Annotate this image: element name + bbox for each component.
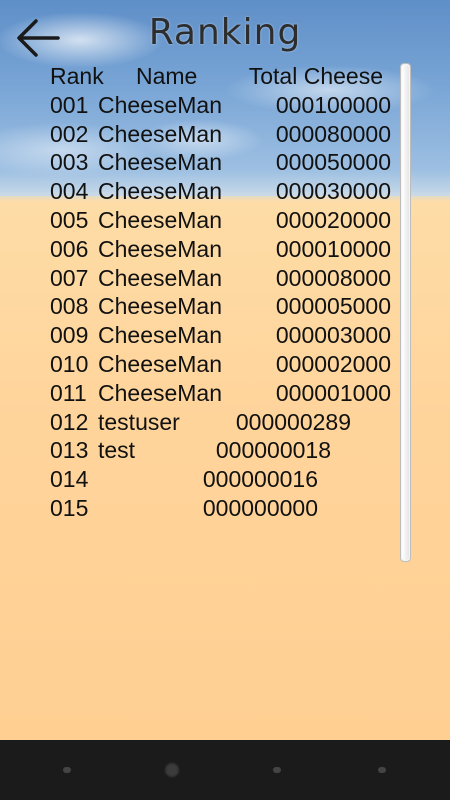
row-name: CheeseMan bbox=[98, 235, 223, 262]
ranking-row: 014 000000016 bbox=[50, 465, 395, 494]
row-name: CheeseMan bbox=[98, 264, 223, 291]
row-score: 000100000 bbox=[275, 91, 391, 118]
ranking-row: 013 test 000000018 bbox=[50, 436, 395, 465]
row-score: 000001000 bbox=[275, 379, 391, 406]
header-name: Name bbox=[136, 63, 198, 89]
row-name: CheeseMan bbox=[98, 178, 223, 205]
row-rank: 009 bbox=[50, 322, 89, 349]
row-rank: 011 bbox=[50, 379, 87, 406]
row-name: CheeseMan bbox=[98, 120, 223, 147]
row-name: CheeseMan bbox=[98, 293, 223, 320]
nav-recent-button[interactable] bbox=[63, 767, 71, 773]
row-rank: 015 bbox=[50, 494, 89, 521]
row-name: CheeseMan bbox=[98, 322, 223, 349]
row-score: 000000000 bbox=[202, 494, 318, 521]
ranking-row: 004 CheeseMan 000030000 bbox=[50, 177, 395, 206]
row-score: 000050000 bbox=[275, 149, 391, 176]
row-rank: 003 bbox=[50, 149, 89, 176]
row-name: CheeseMan bbox=[98, 350, 223, 377]
row-score: 000000018 bbox=[215, 437, 331, 464]
row-score: 000003000 bbox=[275, 322, 391, 349]
row-rank: 006 bbox=[50, 235, 89, 262]
ranking-row: 011 CheeseMan 000001000 bbox=[50, 379, 395, 408]
nav-home-button[interactable] bbox=[164, 762, 180, 778]
header-rank: Rank bbox=[50, 63, 104, 89]
row-name: CheeseMan bbox=[98, 91, 223, 118]
row-rank: 004 bbox=[50, 178, 89, 205]
nav-menu-button[interactable] bbox=[378, 767, 386, 773]
row-rank: 008 bbox=[50, 293, 89, 320]
ranking-row: 012 testuser 000000289 bbox=[50, 408, 395, 437]
row-score: 000080000 bbox=[275, 120, 391, 147]
row-name: testuser bbox=[98, 408, 180, 435]
row-score: 000000016 bbox=[202, 466, 318, 493]
ranking-row: 006 CheeseMan 000010000 bbox=[50, 235, 395, 264]
row-rank: 005 bbox=[50, 206, 89, 233]
row-name: test bbox=[98, 437, 136, 464]
ranking-row: 007 CheeseMan 000008000 bbox=[50, 264, 395, 293]
ranking-row: 008 CheeseMan 000005000 bbox=[50, 292, 395, 321]
row-name: CheeseMan bbox=[98, 379, 223, 406]
row-name: CheeseMan bbox=[98, 149, 223, 176]
ranking-row: 002 CheeseMan 000080000 bbox=[50, 120, 395, 149]
ranking-row: 015 000000000 bbox=[50, 494, 395, 523]
row-rank: 002 bbox=[50, 120, 89, 147]
row-score: 000000289 bbox=[235, 408, 351, 435]
row-rank: 012 bbox=[50, 408, 89, 435]
header-total-cheese: Total Cheese bbox=[248, 63, 383, 89]
ranking-row: 005 CheeseMan 000020000 bbox=[50, 206, 395, 235]
row-score: 000030000 bbox=[275, 178, 391, 205]
ranking-table: Rank Name Total Cheese 001 CheeseMan 000… bbox=[50, 62, 395, 523]
row-score: 000008000 bbox=[275, 264, 391, 291]
row-rank: 013 bbox=[50, 437, 89, 464]
page-title: Ranking bbox=[148, 12, 302, 53]
ranking-row: 003 CheeseMan 000050000 bbox=[50, 148, 395, 177]
ranking-row: 010 CheeseMan 000002000 bbox=[50, 350, 395, 379]
vertical-scrollbar[interactable] bbox=[400, 63, 411, 562]
row-rank: 010 bbox=[50, 350, 89, 377]
ranking-header-row: Rank Name Total Cheese bbox=[50, 62, 395, 91]
row-rank: 007 bbox=[50, 264, 89, 291]
system-nav-bar bbox=[0, 740, 450, 800]
ranking-row: 001 CheeseMan 000100000 bbox=[50, 91, 395, 120]
row-score: 000010000 bbox=[275, 235, 391, 262]
row-rank: 001 bbox=[50, 91, 89, 118]
row-name: CheeseMan bbox=[98, 206, 223, 233]
nav-back-button[interactable] bbox=[273, 767, 281, 773]
row-score: 000005000 bbox=[275, 293, 391, 320]
row-score: 000020000 bbox=[275, 206, 391, 233]
row-rank: 014 bbox=[50, 466, 89, 493]
ranking-row: 009 CheeseMan 000003000 bbox=[50, 321, 395, 350]
game-screen: Ranking Rank Name Total Cheese 001 Chees… bbox=[0, 0, 450, 740]
scrollbar-thumb[interactable] bbox=[402, 65, 409, 560]
row-score: 000002000 bbox=[275, 350, 391, 377]
